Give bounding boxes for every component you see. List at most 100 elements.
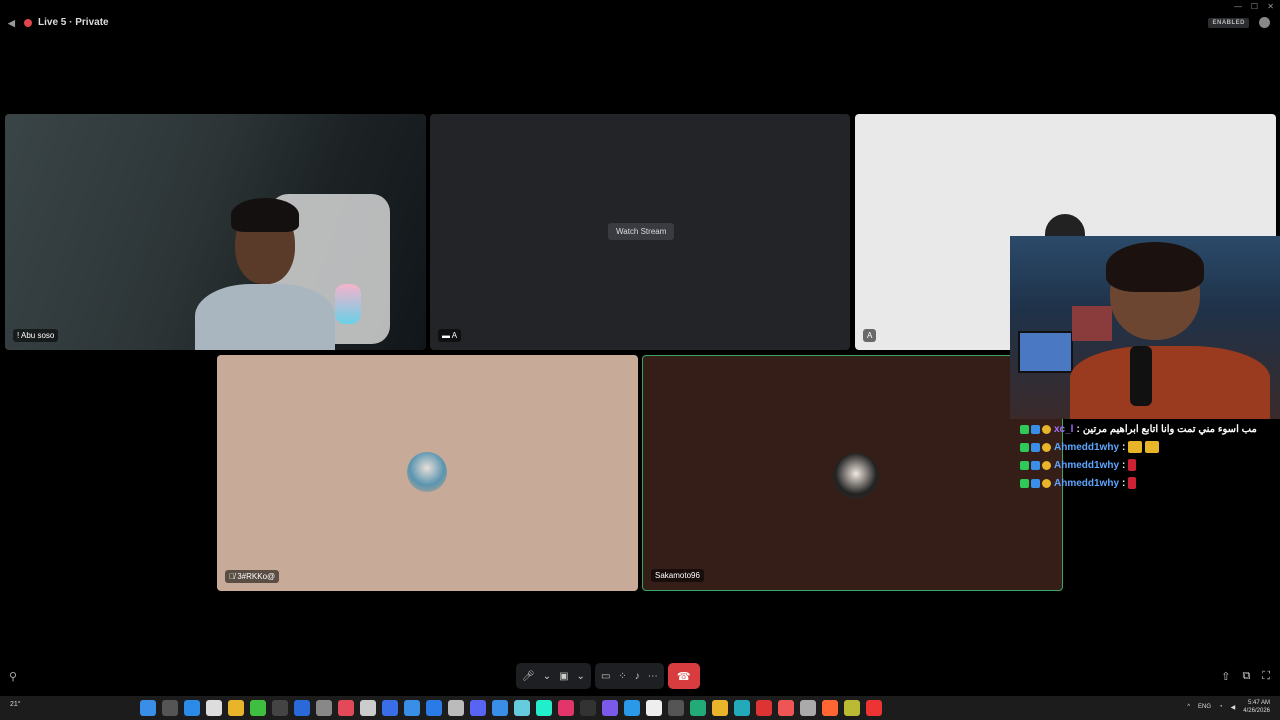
app-icon[interactable] — [800, 700, 816, 716]
app-icon[interactable] — [338, 700, 354, 716]
chat-text: مب اسوء مني تمت وانا اتابع ابراهيم مرتين — [1082, 423, 1257, 435]
activities-icon[interactable]: ⁘ — [618, 671, 626, 682]
video-tile-3rkko[interactable]: 🎙̸ 3#RKKo@ — [217, 355, 638, 591]
emote-icon — [1128, 459, 1137, 471]
video-tile-sakamoto96[interactable]: Sakamoto96 — [642, 355, 1063, 591]
microphone-icon[interactable]: 🎤︎ — [522, 671, 535, 682]
app-icon[interactable] — [668, 700, 684, 716]
stream-chat-overlay: xc_l : مب اسوء مني تمت وانا اتابع ابراهي… — [1020, 420, 1260, 492]
wifi-icon[interactable]: ◔ — [1219, 704, 1223, 710]
chat-message: xc_l : مب اسوء مني تمت وانا اتابع ابراهي… — [1020, 420, 1260, 438]
avatar — [407, 452, 447, 492]
app-icon[interactable] — [602, 700, 618, 716]
minimize-button[interactable]: — — [1234, 2, 1242, 11]
participant-video — [195, 194, 335, 350]
call-controls: 🎤︎ ⌄ ▣ ⌄ ▭ ⁘ ♪ ⋯ ☎ — [516, 663, 728, 689]
watch-stream-button[interactable]: Watch Stream — [608, 223, 675, 240]
chat-badges — [1020, 460, 1051, 470]
chat-badges — [1020, 424, 1051, 434]
participant-name: ▬ A — [438, 329, 462, 342]
app-icon[interactable] — [448, 700, 464, 716]
volume-icon[interactable]: ◀ — [1231, 704, 1236, 711]
folder-icon[interactable] — [228, 700, 244, 716]
app-icon[interactable] — [844, 700, 860, 716]
taskbar-apps — [140, 700, 882, 716]
language-indicator[interactable]: ENG — [1198, 704, 1211, 710]
speaker-icon[interactable]: ◀ — [8, 18, 18, 28]
app-icon[interactable] — [756, 700, 772, 716]
fullscreen-icon[interactable]: ⛶ — [1262, 670, 1270, 683]
app-icon[interactable] — [492, 700, 508, 716]
app-icon[interactable] — [646, 700, 662, 716]
enabled-badge[interactable]: ENABLED — [1208, 17, 1249, 28]
emote-icon — [1128, 477, 1137, 489]
chevron-up-icon[interactable]: ^ — [1187, 704, 1190, 710]
app-icon[interactable] — [514, 700, 530, 716]
add-person-icon[interactable]: ⚲ — [9, 670, 17, 683]
start-icon[interactable] — [140, 700, 156, 716]
streamer-webcam-overlay — [1010, 236, 1280, 419]
search-icon[interactable] — [162, 700, 178, 716]
app-icon[interactable] — [690, 700, 706, 716]
emote-icon — [1128, 441, 1143, 453]
title-bar: ◀ Live 5 · Private ENABLED — ☐ ✕ — [0, 0, 1280, 46]
close-button[interactable]: ✕ — [1267, 2, 1274, 11]
app-icon[interactable] — [536, 700, 552, 716]
rgb-mic-image — [335, 284, 361, 324]
chat-text: : — [1122, 459, 1126, 471]
tiktok-icon[interactable] — [558, 700, 574, 716]
view-controls: ⇧ ⧉ ⛶ — [1221, 670, 1270, 683]
disconnect-button[interactable]: ☎ — [667, 663, 700, 689]
app-icon[interactable] — [426, 700, 442, 716]
brave-icon[interactable] — [822, 700, 838, 716]
maximize-button[interactable]: ☐ — [1251, 2, 1258, 11]
telegram-icon[interactable] — [624, 700, 640, 716]
avatar — [833, 453, 879, 499]
discord-icon[interactable] — [470, 700, 486, 716]
participant-name: ! Abu soso — [13, 329, 59, 342]
chat-bubble-icon[interactable] — [1259, 17, 1270, 28]
more-icon[interactable]: ⋯ — [648, 671, 658, 682]
chat-username: Ahmedd1why — [1054, 441, 1120, 453]
clock[interactable]: 5:47 AM 4/26/2026 — [1243, 699, 1270, 715]
chat-message: Ahmedd1why : — [1020, 474, 1260, 492]
emote-icon — [1145, 441, 1160, 453]
video-tile-stream[interactable]: Watch Stream ▬ A — [430, 114, 850, 350]
steam-icon[interactable] — [294, 700, 310, 716]
app-icon[interactable] — [580, 700, 596, 716]
audio-video-group: 🎤︎ ⌄ ▣ ⌄ — [516, 663, 591, 689]
soundboard-icon[interactable]: ♪ — [635, 671, 640, 682]
actions-group: ▭ ⁘ ♪ ⋯ — [594, 663, 664, 689]
app-icon[interactable] — [272, 700, 288, 716]
chat-message: Ahmedd1why : — [1020, 438, 1260, 456]
participant-name: Sakamoto96 — [651, 569, 704, 582]
chat-username: xc_l — [1054, 423, 1074, 435]
app-icon[interactable] — [778, 700, 794, 716]
channel-header: ◀ Live 5 · Private — [8, 17, 109, 28]
camera-off-icon[interactable]: ▣ — [559, 671, 568, 682]
chrome-icon[interactable] — [712, 700, 728, 716]
copilot-icon[interactable] — [184, 700, 200, 716]
settings-icon[interactable] — [360, 700, 376, 716]
app-icon[interactable] — [866, 700, 882, 716]
live-indicator-icon — [24, 18, 32, 27]
participant-name: 🎙̸ 3#RKKo@ — [225, 570, 280, 583]
chat-text: : — [1076, 423, 1080, 435]
pin-icon[interactable]: ⇧ — [1221, 670, 1230, 683]
app-icon[interactable] — [404, 700, 420, 716]
chat-username: Ahmedd1why — [1054, 477, 1120, 489]
chevron-down-icon[interactable]: ⌄ — [543, 671, 551, 682]
popout-icon[interactable]: ⧉ — [1242, 670, 1250, 683]
weather-widget[interactable]: 21° — [10, 701, 21, 708]
screen-share-icon[interactable]: ▭ — [601, 671, 610, 682]
xbox-icon[interactable] — [250, 700, 266, 716]
app-icon[interactable] — [316, 700, 332, 716]
chat-message: Ahmedd1why : — [1020, 456, 1260, 474]
edge-icon[interactable] — [734, 700, 750, 716]
video-tile-abu-soso[interactable]: ! Abu soso — [5, 114, 426, 350]
file-icon[interactable] — [206, 700, 222, 716]
chat-text: : — [1122, 477, 1126, 489]
app-icon[interactable] — [382, 700, 398, 716]
chevron-down-icon[interactable]: ⌄ — [577, 671, 585, 682]
participant-name: A — [863, 329, 877, 342]
